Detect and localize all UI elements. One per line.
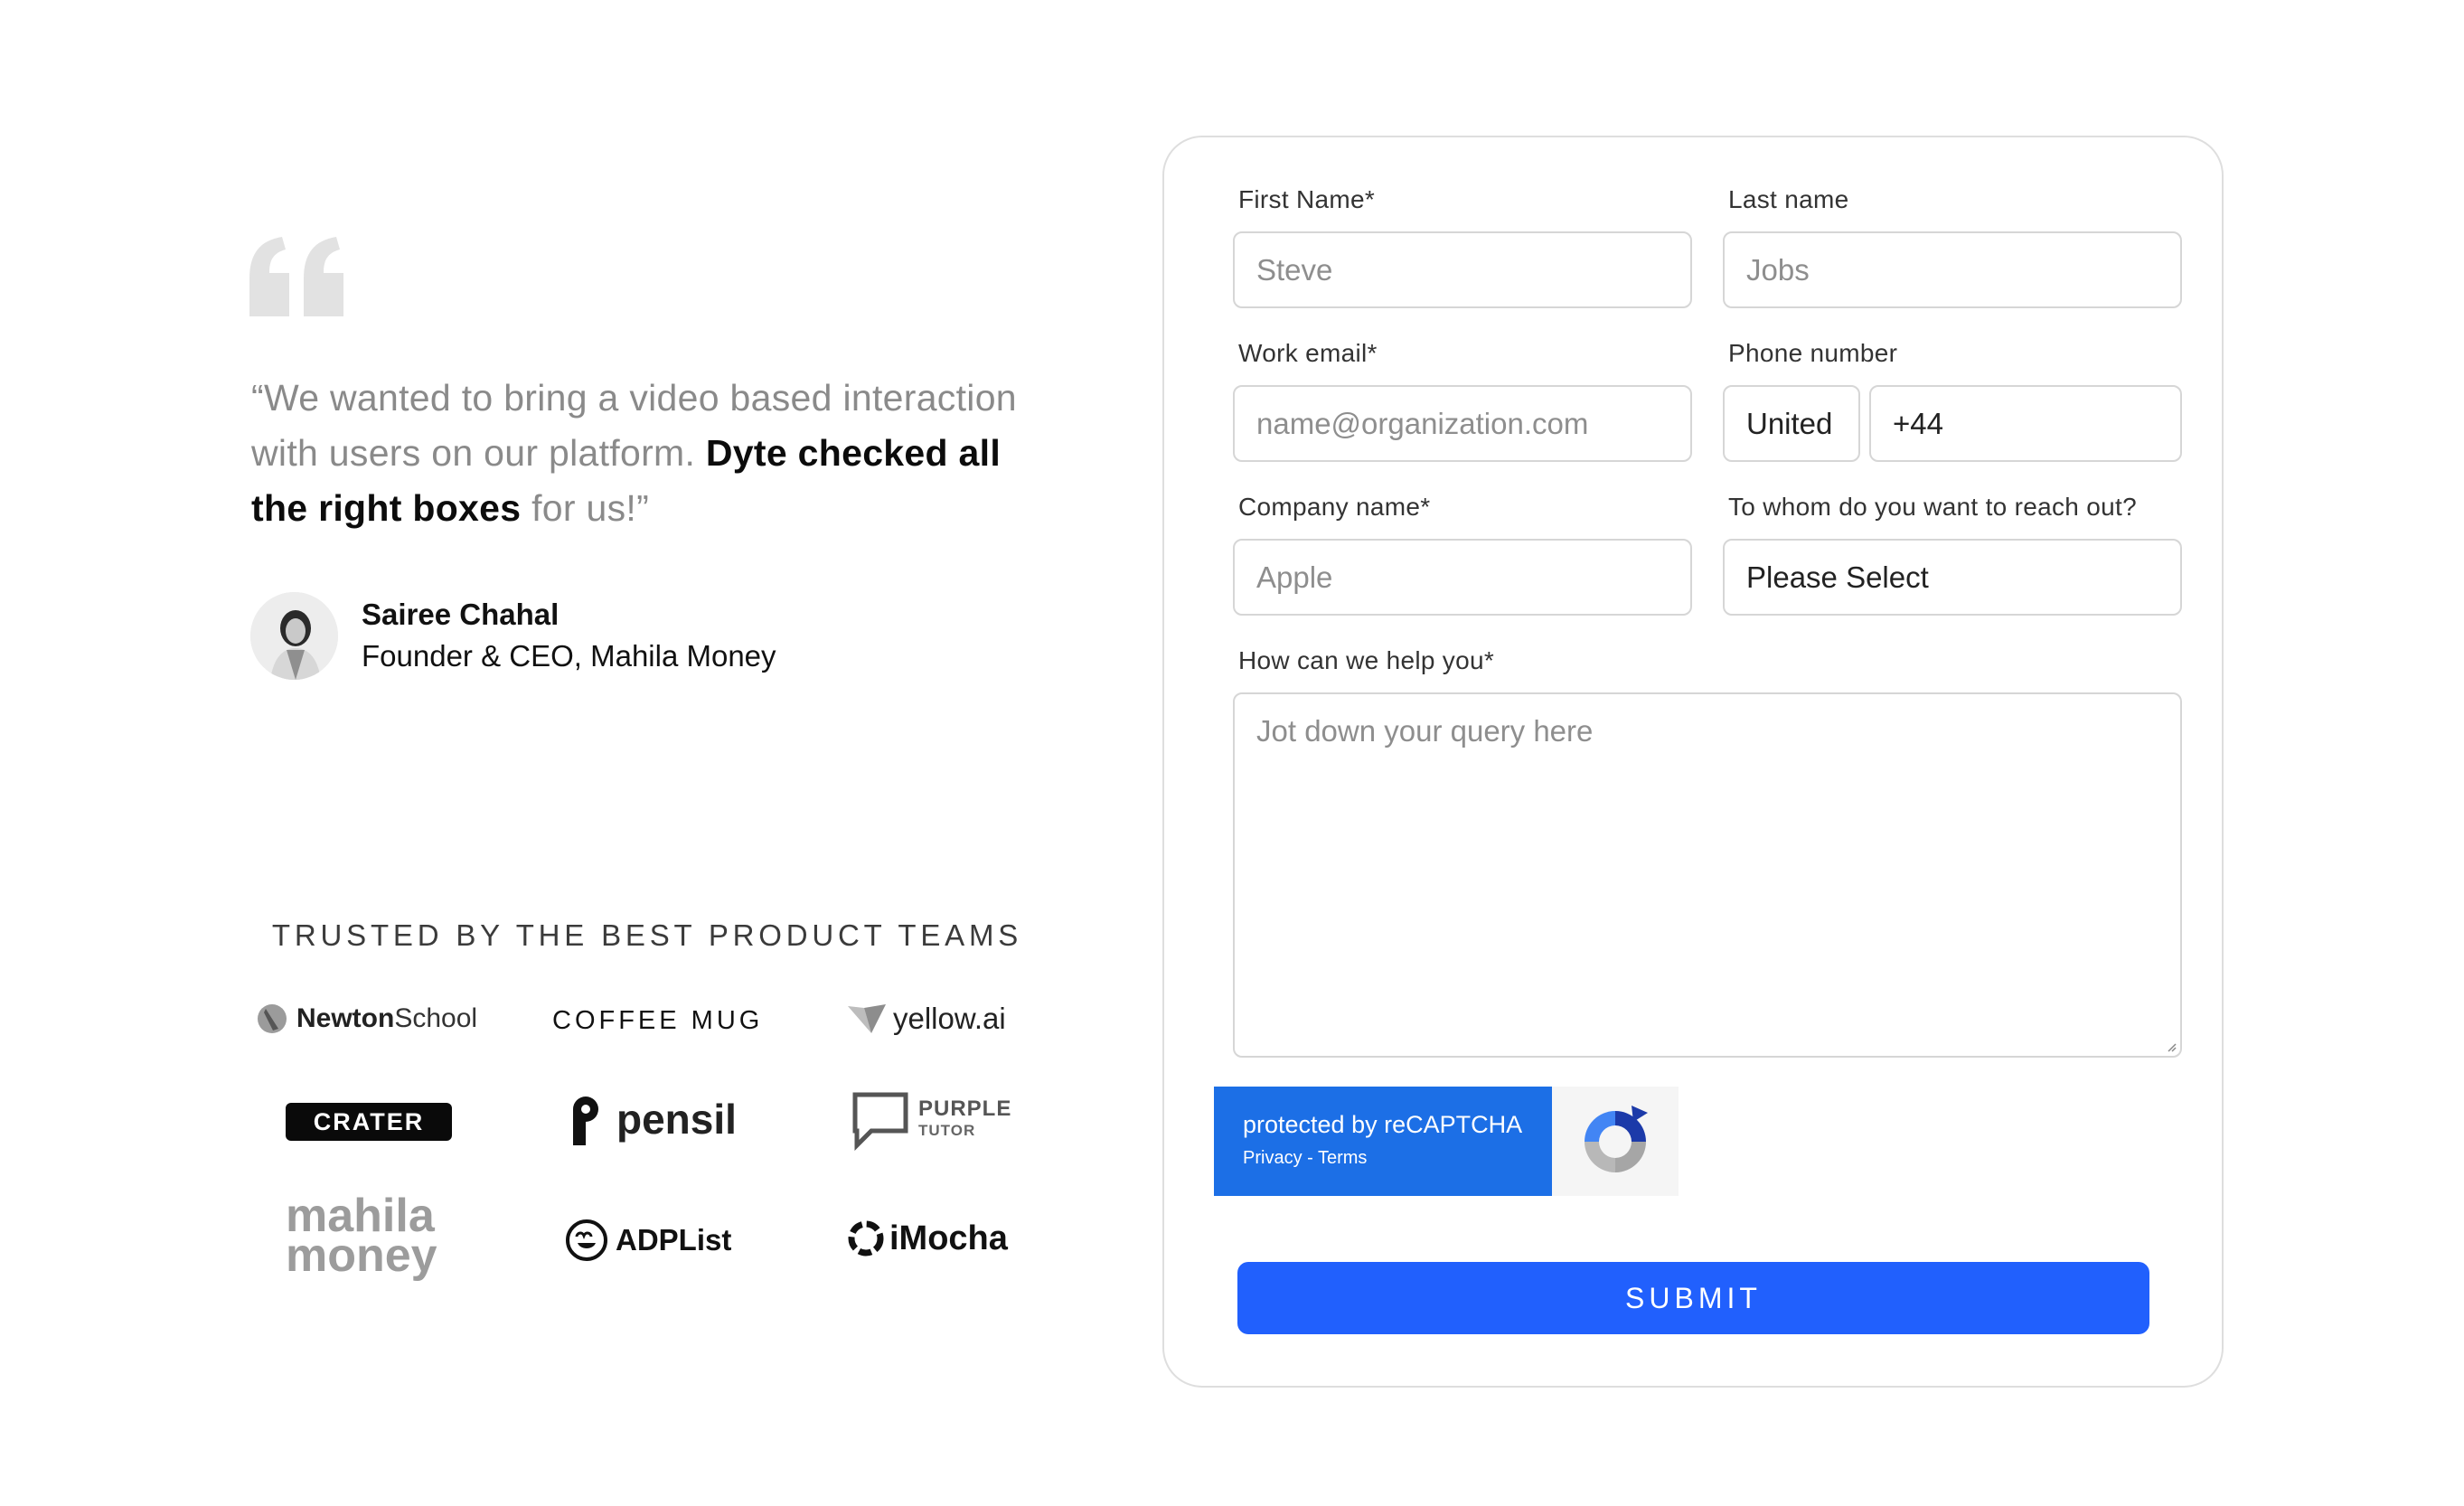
phone-country-select[interactable]: United <box>1723 385 1860 462</box>
mahila-money-text-bottom: money <box>286 1229 437 1282</box>
phone-number-input[interactable]: +44 <box>1869 385 2182 462</box>
author-role: Founder & CEO, Mahila Money <box>362 638 776 673</box>
recaptcha-info: protected by reCAPTCHA Privacy - Terms <box>1214 1087 1552 1196</box>
imocha-logo: iMocha <box>846 1219 1008 1258</box>
author-name: Sairee Chahal <box>362 597 560 631</box>
reach-out-select[interactable]: Please Select <box>1723 539 2182 616</box>
imocha-text: iMocha <box>889 1219 1008 1257</box>
last-name-input[interactable]: Jobs <box>1723 231 2182 308</box>
phone-country-value: United <box>1746 406 1833 440</box>
recaptcha-badge[interactable]: protected by reCAPTCHA Privacy - Terms <box>1214 1087 1679 1196</box>
reach-out-label: To whom do you want to reach out? <box>1728 493 2137 521</box>
newton-school-text: School <box>394 1003 478 1033</box>
reach-out-value: Please Select <box>1746 560 1929 594</box>
yellow-ai-icon <box>848 1004 886 1033</box>
phone-number-label: Phone number <box>1728 339 1898 367</box>
work-email-label: Work email* <box>1238 339 1378 367</box>
help-textarea[interactable]: Jot down your query here <box>1233 692 2182 1058</box>
recaptcha-icon <box>1585 1105 1648 1172</box>
customer-logos: Newton School COFFEE MUG yellow.ai CRATE… <box>249 990 1045 1315</box>
adplist-text: ADPList <box>616 1223 732 1257</box>
resize-handle-icon[interactable] <box>2166 1041 2177 1052</box>
recaptcha-text: protected by reCAPTCHA <box>1243 1111 1523 1138</box>
newton-school-logo: Newton School <box>257 1003 477 1034</box>
adplist-logo: ADPList <box>565 1219 731 1262</box>
pensil-icon <box>573 1097 598 1145</box>
crater-text: CRATER <box>313 1107 425 1135</box>
purple-tutor-logo: PURPLE TUTOR <box>850 1089 1011 1151</box>
coffee-mug-text: COFFEE MUG <box>552 1006 764 1035</box>
coffee-mug-logo: COFFEE MUG <box>552 1006 763 1036</box>
phone-code-value: +44 <box>1893 406 1943 440</box>
quote-icon <box>249 237 343 316</box>
work-email-input[interactable]: name@organization.com <box>1233 385 1692 462</box>
first-name-input[interactable]: Steve <box>1233 231 1692 308</box>
yellow-ai-logo: yellow.ai <box>846 1002 1006 1036</box>
purple-tutor-icon <box>852 1092 908 1151</box>
adplist-icon <box>566 1219 607 1261</box>
last-name-placeholder: Jobs <box>1746 252 1810 287</box>
crater-logo: CRATER <box>286 1103 452 1141</box>
quote-text-part3: for us!” <box>521 487 650 529</box>
trusted-heading: TRUSTED BY THE BEST PRODUCT TEAMS <box>271 918 1023 952</box>
newton-school-text-bold: Newton <box>296 1003 395 1033</box>
company-name-input[interactable]: Apple <box>1233 539 1692 616</box>
recaptcha-links[interactable]: Privacy - Terms <box>1243 1148 1552 1169</box>
testimonial-author: Sairee Chahal Founder & CEO, Mahila Mone… <box>250 592 776 680</box>
last-name-label: Last name <box>1728 185 1849 213</box>
mahila-money-logo: mahila money <box>286 1192 437 1282</box>
imocha-icon <box>848 1220 884 1257</box>
purple-tutor-text-bottom: TUTOR <box>918 1122 976 1139</box>
first-name-placeholder: Steve <box>1256 252 1333 287</box>
submit-button[interactable]: SUBMIT <box>1237 1262 2149 1334</box>
testimonial-quote: “We wanted to bring a video based intera… <box>251 371 1047 536</box>
work-email-placeholder: name@organization.com <box>1256 406 1589 440</box>
yellow-ai-text: yellow.ai <box>893 1002 1006 1035</box>
help-placeholder: Jot down your query here <box>1256 714 1594 748</box>
pensil-logo: pensil <box>566 1091 737 1147</box>
avatar <box>250 592 338 680</box>
pensil-text: pensil <box>616 1096 737 1143</box>
newton-school-icon <box>258 1004 287 1033</box>
help-label: How can we help you* <box>1238 646 1495 674</box>
first-name-label: First Name* <box>1238 185 1376 213</box>
company-name-placeholder: Apple <box>1256 560 1333 594</box>
purple-tutor-text-top: PURPLE <box>918 1097 1012 1121</box>
recaptcha-logo <box>1552 1087 1679 1196</box>
company-name-label: Company name* <box>1238 493 1431 521</box>
